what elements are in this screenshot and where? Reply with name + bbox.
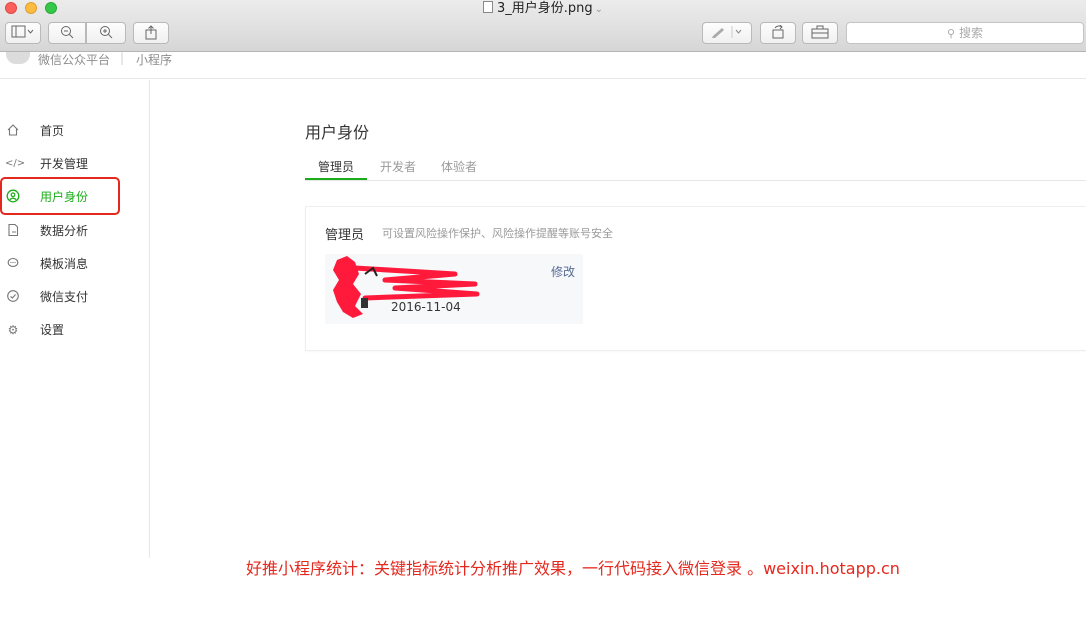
sidebar-item-template-messages[interactable]: 模板消息 [0,254,150,274]
product-name: 小程序 [136,53,173,67]
file-icon [482,1,493,13]
toolbox-icon [811,25,829,39]
document-chart-icon [5,223,21,239]
search-icon: ⚲ [947,27,956,40]
sidebar-item-label: 模板消息 [40,257,89,271]
sidebar-toggle-button[interactable] [5,22,41,44]
sidebar-item-label: 设置 [40,323,65,337]
search-field[interactable]: ⚲ 搜索 [846,22,1084,44]
zoom-out-button[interactable] [48,22,86,44]
edit-admin-link[interactable]: 修改 [551,263,575,280]
sidebar-item-settings[interactable]: ⚙ 设置 [0,320,150,340]
zoom-out-icon [61,26,74,39]
payment-icon [5,289,21,305]
tab-developer[interactable]: 开发者 [380,158,416,175]
code-icon: </> [5,158,26,169]
promo-banner: 好推小程序统计：关键指标统计分析推广效果，一行代码接入微信登录 。weixin.… [246,559,900,578]
gear-icon: ⚙ [7,323,19,337]
active-tab-indicator [305,178,367,180]
sidebar-icon [11,25,34,38]
sidebar-item-wechat-pay[interactable]: 微信支付 [0,287,150,307]
zoom-in-icon [100,26,113,39]
brand-separator: | [120,51,125,65]
share-icon [145,25,157,40]
share-button[interactable] [133,22,169,44]
search-placeholder: 搜索 [958,26,983,40]
window-title[interactable]: 3_用户身份.png ⌄ [0,1,1086,18]
tab-bar: 管理员 开发者 体验者 [305,150,1086,181]
card-description: 可设置风险操作保护、风险操作提醒等账号安全 [382,227,613,240]
rotate-button[interactable] [760,22,796,44]
sidebar [0,80,150,558]
highlight-annotation [0,177,120,215]
tab-tester[interactable]: 体验者 [441,158,477,175]
sidebar-item-label: 数据分析 [40,224,89,238]
zoom-in-button[interactable] [86,22,126,44]
window-title-label: 3_用户身份.png [496,1,593,16]
toolbox-button[interactable] [802,22,838,44]
window-titlebar: 3_用户身份.png ⌄ ⚲ 搜索 [0,0,1086,52]
card-title: 管理员 [325,228,365,243]
admin-entry: 修改 2016-11-04 [325,254,583,324]
page-title: 用户身份 [305,123,370,142]
brand-name[interactable]: 微信公众平台 [38,51,110,68]
admin-card: 管理员 可设置风险操作保护、风险操作提醒等账号安全 修改 2016-11-04 [305,206,1086,351]
sidebar-item-label: 开发管理 [40,157,89,171]
rotate-icon [772,24,784,39]
wechat-logo-icon [6,52,30,64]
sidebar-item-dev-management[interactable]: </> 开发管理 [0,154,150,174]
pen-icon [712,26,742,38]
tab-admin[interactable]: 管理员 [318,158,354,175]
sidebar-item-label: 首页 [40,124,65,138]
sidebar-item-data-analysis[interactable]: 数据分析 [0,221,150,241]
markup-button[interactable] [702,22,752,44]
chevron-down-icon: ⌄ [594,4,604,15]
sidebar-item-home[interactable]: 首页 [0,121,150,141]
message-bubble-icon [5,256,21,272]
redaction-scribble [333,256,480,318]
app-header: 微信公众平台 | 小程序 [0,51,1086,79]
home-icon [5,123,21,139]
sidebar-item-label: 微信支付 [40,290,89,304]
